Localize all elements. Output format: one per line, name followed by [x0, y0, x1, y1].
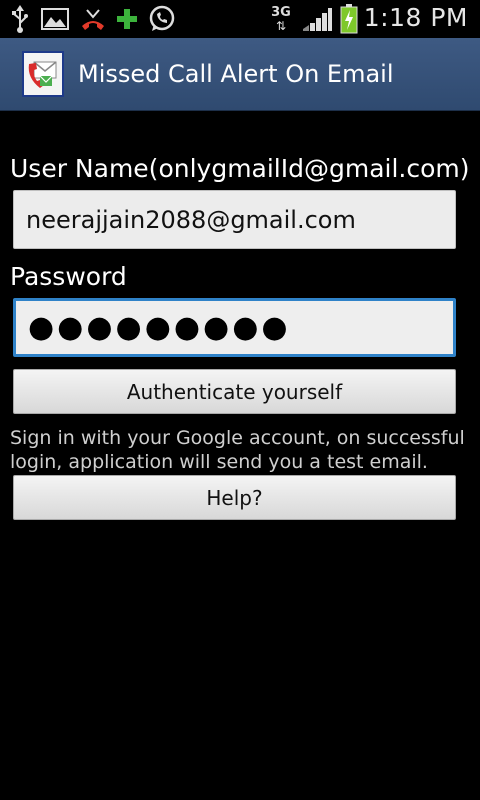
usb-icon [8, 0, 32, 38]
status-bar: 3G ⇅ 1:18 PM [0, 0, 480, 38]
whatsapp-icon [146, 0, 178, 38]
password-value: ●●●●●●●●● [28, 310, 291, 345]
help-button[interactable]: Help? [13, 475, 456, 520]
battery-charging-icon [338, 0, 360, 38]
missed-call-icon [78, 0, 108, 38]
signal-icon [300, 0, 334, 38]
username-field[interactable]: neerajjain2088@gmail.com [13, 190, 456, 249]
app-title: Missed Call Alert On Email [78, 60, 394, 88]
gallery-icon [40, 0, 70, 38]
authenticate-button[interactable]: Authenticate yourself [13, 369, 456, 414]
title-bar: Missed Call Alert On Email [0, 38, 480, 111]
password-field[interactable]: ●●●●●●●●● [13, 298, 456, 357]
sign-in-description: Sign in with your Google account, on suc… [10, 427, 465, 473]
username-label: User Name(onlygmailId@gmail.com) [10, 154, 470, 183]
network-type-label: 3G [271, 5, 291, 20]
password-label: Password [10, 262, 127, 291]
phone-email-icon [22, 51, 64, 97]
username-value: neerajjain2088@gmail.com [26, 205, 356, 234]
plus-icon [114, 0, 140, 38]
status-time: 1:18 PM [363, 3, 468, 32]
network-type-indicator: 3G ⇅ [266, 0, 296, 38]
data-arrows-icon: ⇅ [275, 19, 287, 33]
